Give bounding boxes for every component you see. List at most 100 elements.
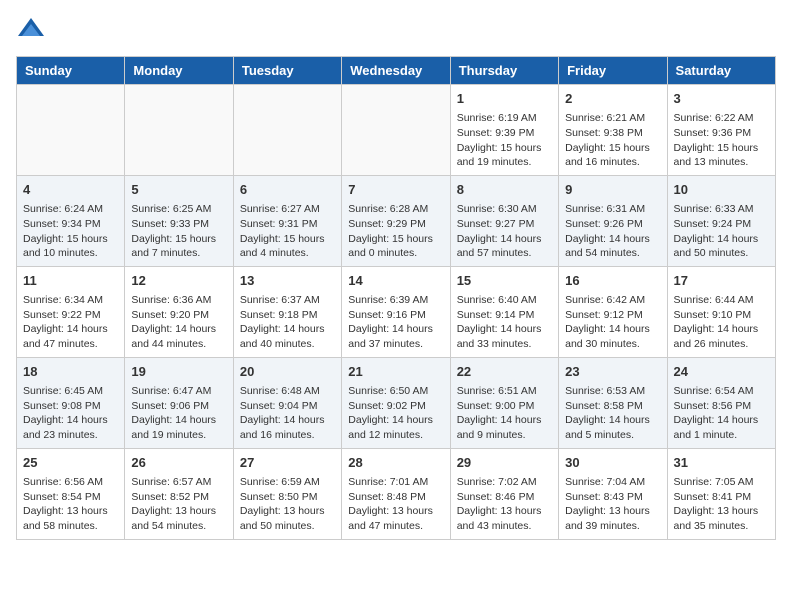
week-row-3: 11 Sunrise: 6:34 AMSunset: 9:22 PMDayligh… [17,266,776,357]
day-cell-20: 20 Sunrise: 6:48 AMSunset: 9:04 PMDayligh… [233,357,341,448]
day-cell-3: 3Sunrise: 6:22 AMSunset: 9:36 PMDaylight… [667,85,775,176]
day-cell-8: 8 Sunrise: 6:30 AMSunset: 9:27 PMDaylight… [450,175,558,266]
day-header-friday: Friday [559,57,667,85]
day-number: 1 [457,90,552,108]
cell-info: Sunrise: 6:42 AMSunset: 9:12 PMDaylight:… [565,293,660,352]
day-cell-11: 11 Sunrise: 6:34 AMSunset: 9:22 PMDayligh… [17,266,125,357]
day-cell-27: 27 Sunrise: 6:59 AMSunset: 8:50 PMDayligh… [233,448,341,539]
cell-info: Sunrise: 6:50 AMSunset: 9:02 PMDaylight:… [348,384,443,443]
day-number: 27 [240,454,335,472]
day-cell-19: 19 Sunrise: 6:47 AMSunset: 9:06 PMDayligh… [125,357,233,448]
day-cell-30: 30 Sunrise: 7:04 AMSunset: 8:43 PMDayligh… [559,448,667,539]
day-number: 21 [348,363,443,381]
cell-info: Sunrise: 6:40 AMSunset: 9:14 PMDaylight:… [457,293,552,352]
day-cell-14: 14 Sunrise: 6:39 AMSunset: 9:16 PMDayligh… [342,266,450,357]
day-cell-16: 16 Sunrise: 6:42 AMSunset: 9:12 PMDayligh… [559,266,667,357]
cell-info: Sunrise: 6:30 AMSunset: 9:27 PMDaylight:… [457,202,552,261]
header-row: SundayMondayTuesdayWednesdayThursdayFrid… [17,57,776,85]
day-number: 31 [674,454,769,472]
day-number: 13 [240,272,335,290]
day-cell-9: 9Sunrise: 6:31 AMSunset: 9:26 PMDaylight… [559,175,667,266]
day-number: 12 [131,272,226,290]
week-row-4: 18 Sunrise: 6:45 AMSunset: 9:08 PMDayligh… [17,357,776,448]
day-cell-18: 18 Sunrise: 6:45 AMSunset: 9:08 PMDayligh… [17,357,125,448]
cell-info: Sunrise: 6:47 AMSunset: 9:06 PMDaylight:… [131,384,226,443]
day-number: 10 [674,181,769,199]
day-cell-15: 15Sunrise: 6:40 AMSunset: 9:14 PMDayligh… [450,266,558,357]
logo [16,16,50,46]
cell-info: Sunrise: 6:56 AMSunset: 8:54 PMDaylight:… [23,475,118,534]
empty-cell [125,85,233,176]
day-number: 18 [23,363,118,381]
cell-info: Sunrise: 6:48 AMSunset: 9:04 PMDaylight:… [240,384,335,443]
day-cell-22: 22 Sunrise: 6:51 AMSunset: 9:00 PMDayligh… [450,357,558,448]
cell-info: Sunrise: 6:34 AMSunset: 9:22 PMDaylight:… [23,293,118,352]
week-row-1: 1Sunrise: 6:19 AMSunset: 9:39 PMDaylight… [17,85,776,176]
cell-info: Sunrise: 6:36 AMSunset: 9:20 PMDaylight:… [131,293,226,352]
cell-info: Sunrise: 6:27 AMSunset: 9:31 PMDaylight:… [240,202,335,261]
day-number: 6 [240,181,335,199]
calendar-table: SundayMondayTuesdayWednesdayThursdayFrid… [16,56,776,540]
day-number: 29 [457,454,552,472]
day-cell-23: 23 Sunrise: 6:53 AMSunset: 8:58 PMDayligh… [559,357,667,448]
day-cell-21: 21 Sunrise: 6:50 AMSunset: 9:02 PMDayligh… [342,357,450,448]
day-number: 11 [23,272,118,290]
day-cell-13: 13 Sunrise: 6:37 AMSunset: 9:18 PMDayligh… [233,266,341,357]
empty-cell [17,85,125,176]
empty-cell [342,85,450,176]
day-number: 5 [131,181,226,199]
cell-info: Sunrise: 6:25 AMSunset: 9:33 PMDaylight:… [131,202,226,261]
cell-info: Sunrise: 6:24 AMSunset: 9:34 PMDaylight:… [23,202,118,261]
cell-info: Sunrise: 7:02 AMSunset: 8:46 PMDaylight:… [457,475,552,534]
day-cell-6: 6 Sunrise: 6:27 AMSunset: 9:31 PMDaylight… [233,175,341,266]
cell-info: Sunrise: 6:44 AMSunset: 9:10 PMDaylight:… [674,293,769,352]
cell-info: Sunrise: 6:53 AMSunset: 8:58 PMDaylight:… [565,384,660,443]
day-header-wednesday: Wednesday [342,57,450,85]
cell-info: Sunrise: 6:54 AMSunset: 8:56 PMDaylight:… [674,384,769,443]
cell-info: Sunrise: 7:01 AMSunset: 8:48 PMDaylight:… [348,475,443,534]
day-cell-31: 31 Sunrise: 7:05 AMSunset: 8:41 PMDayligh… [667,448,775,539]
day-cell-1: 1Sunrise: 6:19 AMSunset: 9:39 PMDaylight… [450,85,558,176]
cell-info: Sunrise: 6:57 AMSunset: 8:52 PMDaylight:… [131,475,226,534]
day-cell-17: 17Sunrise: 6:44 AMSunset: 9:10 PMDayligh… [667,266,775,357]
day-number: 19 [131,363,226,381]
day-cell-28: 28 Sunrise: 7:01 AMSunset: 8:48 PMDayligh… [342,448,450,539]
day-header-monday: Monday [125,57,233,85]
day-header-saturday: Saturday [667,57,775,85]
day-number: 23 [565,363,660,381]
day-number: 14 [348,272,443,290]
cell-info: Sunrise: 6:33 AMSunset: 9:24 PMDaylight:… [674,202,769,261]
cell-info: Sunrise: 6:37 AMSunset: 9:18 PMDaylight:… [240,293,335,352]
day-number: 20 [240,363,335,381]
page-header [16,16,776,46]
day-cell-2: 2Sunrise: 6:21 AMSunset: 9:38 PMDaylight… [559,85,667,176]
cell-info: Sunrise: 6:39 AMSunset: 9:16 PMDaylight:… [348,293,443,352]
day-number: 8 [457,181,552,199]
day-header-tuesday: Tuesday [233,57,341,85]
cell-info: Sunrise: 7:04 AMSunset: 8:43 PMDaylight:… [565,475,660,534]
cell-info: Sunrise: 6:28 AMSunset: 9:29 PMDaylight:… [348,202,443,261]
day-header-thursday: Thursday [450,57,558,85]
cell-info: Sunrise: 7:05 AMSunset: 8:41 PMDaylight:… [674,475,769,534]
day-cell-29: 29 Sunrise: 7:02 AMSunset: 8:46 PMDayligh… [450,448,558,539]
week-row-2: 4Sunrise: 6:24 AMSunset: 9:34 PMDaylight… [17,175,776,266]
day-number: 22 [457,363,552,381]
day-number: 9 [565,181,660,199]
day-cell-10: 10 Sunrise: 6:33 AMSunset: 9:24 PMDayligh… [667,175,775,266]
logo-icon [16,16,46,46]
cell-info: Sunrise: 6:45 AMSunset: 9:08 PMDaylight:… [23,384,118,443]
day-number: 30 [565,454,660,472]
cell-info: Sunrise: 6:59 AMSunset: 8:50 PMDaylight:… [240,475,335,534]
day-header-sunday: Sunday [17,57,125,85]
day-cell-12: 12 Sunrise: 6:36 AMSunset: 9:20 PMDayligh… [125,266,233,357]
cell-info: Sunrise: 6:51 AMSunset: 9:00 PMDaylight:… [457,384,552,443]
day-cell-5: 5 Sunrise: 6:25 AMSunset: 9:33 PMDaylight… [125,175,233,266]
day-number: 28 [348,454,443,472]
day-cell-4: 4Sunrise: 6:24 AMSunset: 9:34 PMDaylight… [17,175,125,266]
day-number: 2 [565,90,660,108]
day-cell-25: 25 Sunrise: 6:56 AMSunset: 8:54 PMDayligh… [17,448,125,539]
day-number: 25 [23,454,118,472]
day-cell-26: 26Sunrise: 6:57 AMSunset: 8:52 PMDayligh… [125,448,233,539]
empty-cell [233,85,341,176]
day-number: 16 [565,272,660,290]
